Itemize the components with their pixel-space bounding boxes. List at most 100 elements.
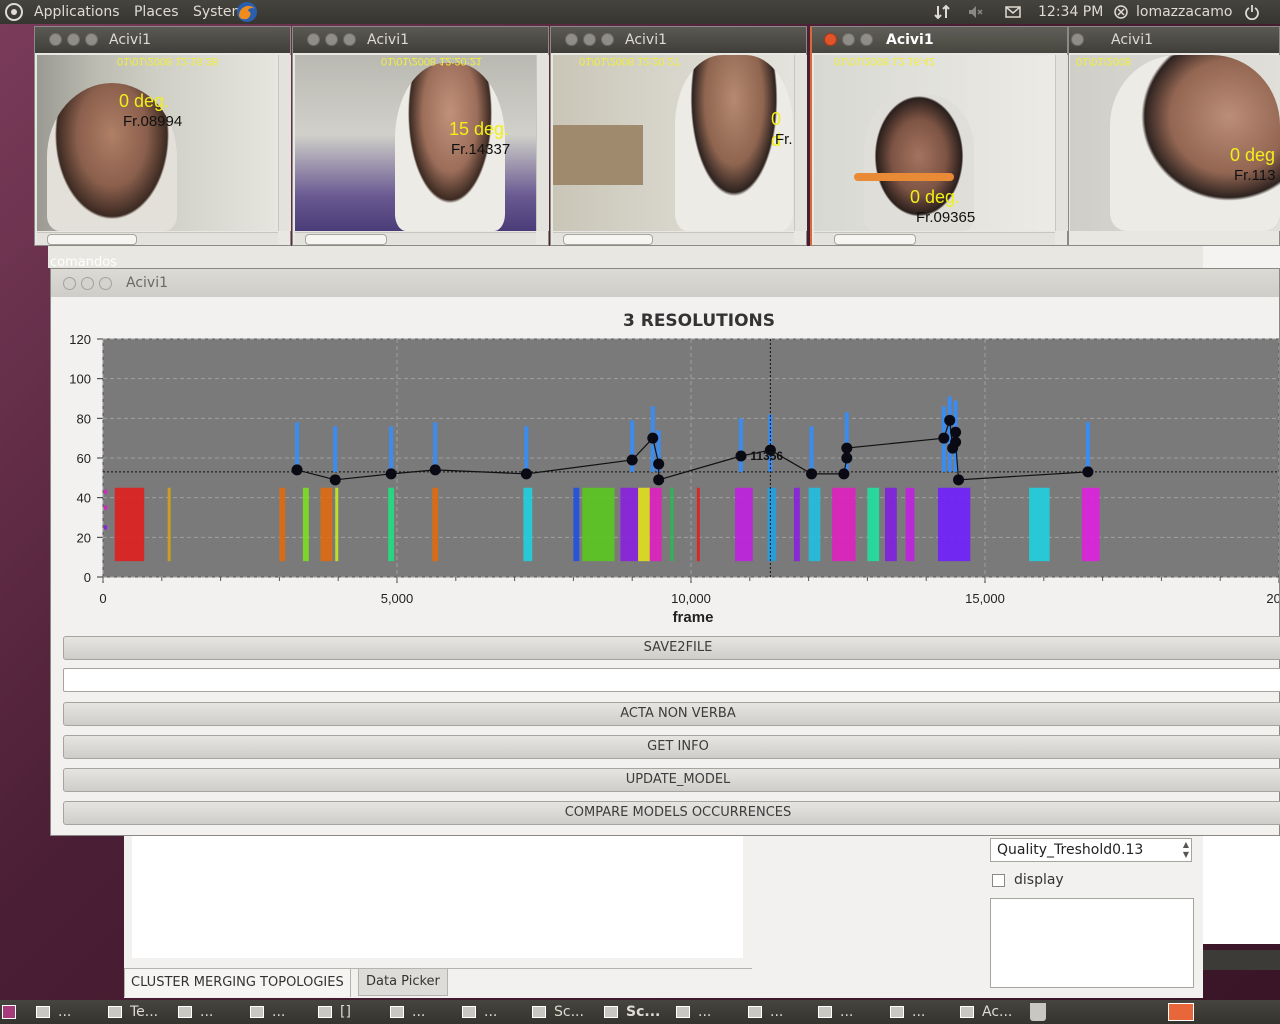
show-desktop-icon[interactable] bbox=[2, 1005, 16, 1019]
vertical-scrollbar[interactable] bbox=[794, 55, 807, 231]
display-list[interactable] bbox=[990, 898, 1194, 988]
data-point[interactable] bbox=[429, 464, 441, 476]
camera-window-5[interactable]: Acivi1 01/01/2008 0 deg Fr.113 bbox=[1068, 26, 1280, 246]
camera-window-2-titlebar[interactable]: Acivi1 bbox=[293, 27, 548, 53]
firefox-icon[interactable] bbox=[236, 1, 258, 23]
taskbar-item-11[interactable]: ... bbox=[748, 1000, 783, 1024]
trash-icon[interactable] bbox=[1030, 1003, 1046, 1021]
data-point[interactable] bbox=[841, 442, 853, 454]
acta-non-verba-button[interactable]: ACTA NON VERBA bbox=[63, 702, 1280, 726]
close-button[interactable] bbox=[63, 277, 76, 290]
data-point[interactable] bbox=[953, 474, 965, 486]
held-object bbox=[854, 173, 954, 181]
maximize-button[interactable] bbox=[85, 33, 98, 46]
horizontal-scrollbar[interactable] bbox=[37, 232, 278, 245]
compare-models-button[interactable]: COMPARE MODELS OCCURRENCES bbox=[63, 801, 1280, 825]
taskbar-item-9[interactable]: Sc... bbox=[604, 1000, 660, 1024]
clock[interactable]: 12:34 PM bbox=[1038, 0, 1103, 24]
minimize-button[interactable] bbox=[325, 33, 338, 46]
volume-muted-icon[interactable] bbox=[968, 4, 984, 20]
data-point[interactable] bbox=[520, 468, 532, 480]
display-checkbox[interactable] bbox=[992, 874, 1005, 887]
taskbar-item-4[interactable]: ... bbox=[250, 1000, 285, 1024]
tab-cluster-merging[interactable]: CLUSTER MERGING TOPOLOGIES bbox=[124, 968, 351, 997]
main-window[interactable]: Acivi1 3 RESOLUTIONS 0 20 40 60 80 100 120 0 5,0… bbox=[50, 268, 1280, 836]
maximize-button[interactable] bbox=[99, 277, 112, 290]
maximize-button[interactable] bbox=[343, 33, 356, 46]
menu-applications[interactable]: Applications bbox=[34, 4, 120, 20]
minimize-button[interactable] bbox=[81, 277, 94, 290]
close-button[interactable] bbox=[49, 33, 62, 46]
power-icon[interactable] bbox=[1244, 4, 1260, 20]
vertical-scrollbar[interactable] bbox=[1055, 55, 1068, 231]
minimize-button[interactable] bbox=[583, 33, 596, 46]
data-point[interactable] bbox=[950, 426, 962, 438]
data-point[interactable] bbox=[944, 414, 956, 426]
taskbar-item-3[interactable]: ... bbox=[178, 1000, 213, 1024]
resolution-chart[interactable]: 0 20 40 60 80 100 120 0 5,000 10,000 15,000 20,0 fra… bbox=[51, 331, 1279, 631]
mail-icon[interactable] bbox=[1005, 4, 1021, 20]
taskbar-item-1[interactable]: ... bbox=[36, 1000, 71, 1024]
get-info-button[interactable]: GET INFO bbox=[63, 735, 1280, 759]
data-point[interactable] bbox=[329, 474, 341, 486]
timestamp-overlay: 01/01/2008 12:16:38 bbox=[117, 55, 218, 67]
camera-window-4[interactable]: Acivi1 01/01/2008 12:16:42 0 deg. Fr.093… bbox=[810, 26, 1068, 246]
vertical-scrollbar[interactable] bbox=[278, 55, 291, 231]
minimize-button[interactable] bbox=[842, 33, 855, 46]
update-model-button[interactable]: UPDATE_MODEL bbox=[63, 768, 1280, 792]
save2file-button[interactable]: SAVE2FILE bbox=[63, 636, 1280, 660]
horizontal-scrollbar[interactable] bbox=[814, 232, 1055, 245]
data-point[interactable] bbox=[806, 468, 818, 480]
data-point[interactable] bbox=[647, 432, 659, 444]
tab-data-picker[interactable]: Data Picker bbox=[358, 968, 448, 996]
taskbar-item-2[interactable]: Te... bbox=[108, 1000, 158, 1024]
horizontal-scrollbar[interactable] bbox=[295, 232, 536, 245]
maximize-button[interactable] bbox=[860, 33, 873, 46]
camera-window-2[interactable]: Acivi1 01/01/2008 12:20:21 15 deg. Fr.14… bbox=[292, 26, 549, 246]
vertical-scrollbar[interactable] bbox=[536, 55, 549, 231]
filename-input[interactable] bbox=[63, 668, 1280, 692]
camera-window-3-titlebar[interactable]: Acivi1 bbox=[551, 27, 806, 53]
data-point[interactable] bbox=[838, 468, 850, 480]
camera-window-5-titlebar[interactable]: Acivi1 bbox=[1069, 27, 1279, 53]
horizontal-scrollbar[interactable] bbox=[553, 232, 794, 245]
taskbar-item-14[interactable]: Ac... bbox=[960, 1000, 1012, 1024]
data-point[interactable] bbox=[950, 436, 962, 448]
taskbar-item-13[interactable]: ... bbox=[890, 1000, 925, 1024]
close-button[interactable] bbox=[565, 33, 578, 46]
close-button[interactable] bbox=[307, 33, 320, 46]
maximize-button[interactable] bbox=[601, 33, 614, 46]
taskbar-item-8[interactable]: Sc... bbox=[532, 1000, 584, 1024]
ubuntu-logo-icon[interactable] bbox=[5, 3, 23, 21]
frame-overlay: Fr. bbox=[775, 131, 793, 148]
camera-window-1[interactable]: Acivi1 01/01/2008 12:16:38 0 deg. Fr.089… bbox=[34, 26, 291, 246]
data-point[interactable] bbox=[385, 468, 397, 480]
taskbar-item-7[interactable]: ... bbox=[462, 1000, 497, 1024]
camera-window-3[interactable]: Acivi1 01/01/2008 12:20:27 0 d Fr. bbox=[550, 26, 807, 246]
data-point[interactable] bbox=[1082, 466, 1094, 478]
data-point[interactable] bbox=[841, 452, 853, 464]
data-point[interactable] bbox=[653, 474, 665, 486]
quality-threshold-spinner[interactable]: Quality_Treshold0.13 ▲ ▼ bbox=[990, 838, 1192, 862]
camera-window-4-titlebar[interactable]: Acivi1 bbox=[812, 27, 1067, 53]
main-window-titlebar[interactable]: Acivi1 bbox=[51, 269, 1279, 297]
minimize-button[interactable] bbox=[67, 33, 80, 46]
data-point[interactable] bbox=[735, 450, 747, 462]
taskbar-item-6[interactable]: ... bbox=[390, 1000, 425, 1024]
camera-window-1-titlebar[interactable]: Acivi1 bbox=[35, 27, 290, 53]
data-point[interactable] bbox=[626, 454, 638, 466]
data-point[interactable] bbox=[938, 432, 950, 444]
bg-text-area[interactable] bbox=[132, 836, 743, 958]
maximize-button[interactable] bbox=[1071, 33, 1084, 46]
taskbar-item-5[interactable]: [] bbox=[318, 1000, 351, 1024]
menu-places[interactable]: Places bbox=[134, 4, 179, 20]
network-icon[interactable] bbox=[934, 4, 950, 20]
close-button[interactable] bbox=[824, 33, 837, 46]
workspace-switcher-icon[interactable] bbox=[1168, 1003, 1194, 1021]
data-point[interactable] bbox=[291, 464, 303, 476]
user-name[interactable]: lomazzacamo bbox=[1136, 0, 1232, 24]
taskbar-item-12[interactable]: ... bbox=[818, 1000, 853, 1024]
data-point[interactable] bbox=[653, 458, 665, 470]
spinner-arrows-icon[interactable]: ▲ ▼ bbox=[1183, 840, 1189, 860]
taskbar-item-10[interactable]: ... bbox=[676, 1000, 711, 1024]
